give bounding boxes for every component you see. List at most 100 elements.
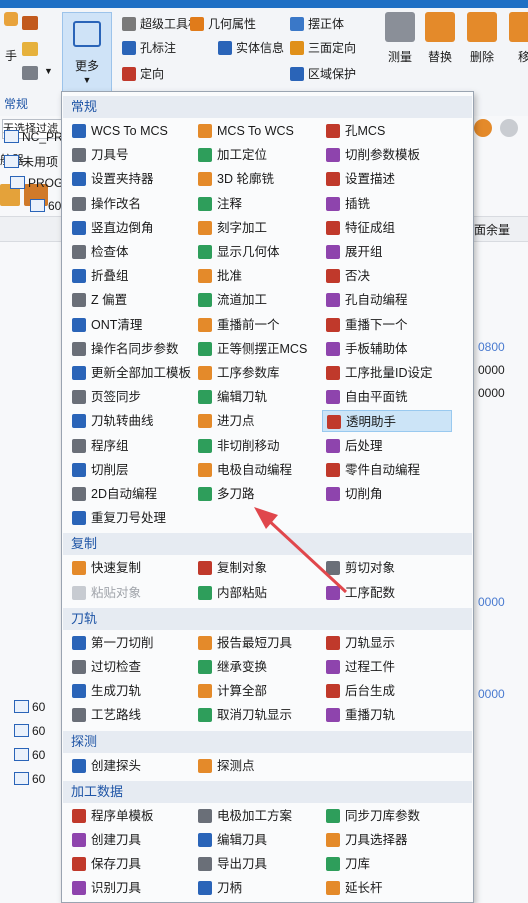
menu-item[interactable]: 非切削移动 [194,435,318,457]
menu-item[interactable]: 程序组 [68,435,190,457]
menu-item[interactable]: 注释 [194,193,318,215]
menu-item[interactable]: 竖直边倒角 [68,217,190,239]
ribbon-big-tool-0[interactable]: 测量 [380,12,420,65]
menu-item[interactable]: 工艺路线 [68,704,190,726]
ribbon-big-tool-2[interactable]: 删除 [462,12,502,65]
menu-item[interactable]: 孔MCS [322,120,452,142]
menu-item[interactable]: 折叠组 [68,265,190,287]
menu-item[interactable]: 过程工件 [322,656,452,678]
tree-node[interactable]: 60 [14,772,45,786]
settings-icon[interactable] [22,66,38,80]
menu-item[interactable]: 操作改名 [68,193,190,215]
menu-item[interactable]: 刀库 [322,853,452,875]
menu-item[interactable]: 刀具号 [68,144,190,166]
menu-item[interactable]: 显示几何体 [194,241,318,263]
menu-item[interactable]: 零件自动编程 [322,459,452,481]
menu-item[interactable]: 孔自动编程 [322,289,452,311]
more-button[interactable]: 更多 ▼ [62,12,112,102]
menu-item[interactable]: 切削参数模板 [322,144,452,166]
tree-node[interactable]: 未用项 [4,153,58,170]
menu-item[interactable]: 创建刀具 [68,829,190,851]
menu-item[interactable]: 电极加工方案 [194,805,318,827]
menu-item[interactable]: 操作名同步参数 [68,338,190,360]
menu-item[interactable]: 插铣 [322,193,452,215]
menu-item[interactable]: 自由平面铣 [322,386,452,408]
menu-item[interactable]: 切削层 [68,459,190,481]
menu-item[interactable]: 刀柄 [194,877,318,899]
menu-item[interactable]: 刀具选择器 [322,829,452,851]
menu-item[interactable]: 重播刀轨 [322,704,452,726]
menu-item[interactable]: 流道加工 [194,289,318,311]
menu-item[interactable]: 内部粘贴 [194,582,318,604]
menu-item[interactable]: Z 偏置 [68,289,190,311]
menu-item[interactable]: 刀轨转曲线 [68,410,190,432]
menu-item[interactable]: 检查体 [68,241,190,263]
menu-item[interactable]: 取消刀轨显示 [194,704,318,726]
tree-node[interactable]: 60 [14,724,45,738]
tree-node[interactable]: 60 [14,700,45,714]
menu-item[interactable]: 手板辅助体 [322,338,452,360]
menu-item[interactable]: 后处理 [322,435,452,457]
menu-item[interactable]: 创建探头 [68,755,190,777]
ribbon-tool-6[interactable]: 定向 [122,64,164,84]
menu-item[interactable]: 刻字加工 [194,217,318,239]
menu-item[interactable]: 切削角 [322,483,452,505]
ribbon-tool-5[interactable]: 三面定向 [290,38,356,58]
menu-item[interactable]: 工序配数 [322,582,452,604]
tree-node[interactable]: 60 [14,748,45,762]
ribbon-big-tool-1[interactable]: 替换 [420,12,460,65]
menu-item[interactable]: 计算全部 [194,680,318,702]
ribbon-tool-7[interactable]: 区域保护 [290,64,356,84]
menu-item[interactable]: 后台生成 [322,680,452,702]
ribbon-tool-3[interactable]: 孔标注 [122,38,176,58]
ribbon-tool-2[interactable]: 摆正体 [290,14,344,34]
tree-node[interactable]: 60 [30,199,61,213]
menu-item[interactable]: 重播前一个 [194,314,318,336]
ribbon-tool-4[interactable]: 实体信息 [218,38,284,58]
menu-item[interactable]: 正等侧摆正MCS [194,338,318,360]
menu-item[interactable]: 加工定位 [194,144,318,166]
menu-item[interactable]: 刀轨显示 [322,632,452,654]
menu-item[interactable]: 重复刀号处理 [68,507,190,529]
menu-item[interactable]: 同步刀库参数 [322,805,452,827]
menu-item[interactable]: 第一刀切削 [68,632,190,654]
cube-icon[interactable] [500,119,518,137]
menu-item[interactable]: 生成刀轨 [68,680,190,702]
tree-node[interactable]: PROG [10,176,63,190]
menu-item[interactable]: 继承变换 [194,656,318,678]
menu-item[interactable]: 多刀路 [194,483,318,505]
menu-item[interactable]: 进刀点 [194,410,318,432]
cube-icon[interactable] [474,119,492,137]
ribbon-left-tool[interactable]: 手 [0,12,22,64]
menu-item[interactable]: 特征成组 [322,217,452,239]
menu-item[interactable]: 重播下一个 [322,314,452,336]
menu-item[interactable]: 导出刀具 [194,853,318,875]
menu-item[interactable]: 编辑刀具 [194,829,318,851]
gear-icon[interactable] [22,16,38,30]
menu-item[interactable]: 设置夹持器 [68,168,190,190]
menu-item[interactable]: 程序单模板 [68,805,190,827]
menu-item[interactable]: 批准 [194,265,318,287]
menu-item[interactable]: 3D 轮廓铣 [194,168,318,190]
ribbon-tool-1[interactable]: 几何属性 [190,14,256,34]
menu-item[interactable]: 编辑刀轨 [194,386,318,408]
ribbon-tool-0[interactable]: 超级工具栏 [122,14,200,34]
menu-item[interactable]: 过切检查 [68,656,190,678]
menu-item[interactable]: 工序批量ID设定 [322,362,452,384]
menu-item[interactable]: 保存刀具 [68,853,190,875]
menu-item[interactable]: 复制对象 [194,557,318,579]
menu-item[interactable]: 工序参数库 [194,362,318,384]
menu-item[interactable]: MCS To WCS [194,120,318,142]
menu-item[interactable]: 快速复制 [68,557,190,579]
menu-item[interactable]: ONT清理 [68,314,190,336]
menu-item[interactable]: 识别刀具 [68,877,190,899]
chevron-down-icon[interactable]: ▼ [44,66,53,76]
menu-item[interactable]: 2D自动编程 [68,483,190,505]
menu-item[interactable]: 页签同步 [68,386,190,408]
menu-item[interactable]: 剪切对象 [322,557,452,579]
menu-item[interactable]: 设置描述 [322,168,452,190]
menu-item[interactable]: 更新全部加工模板 [68,362,191,384]
menu-item[interactable]: 延长杆 [322,877,452,899]
ribbon-big-tool-3[interactable]: 移 [504,12,528,65]
menu-item[interactable]: 报告最短刀具 [194,632,318,654]
